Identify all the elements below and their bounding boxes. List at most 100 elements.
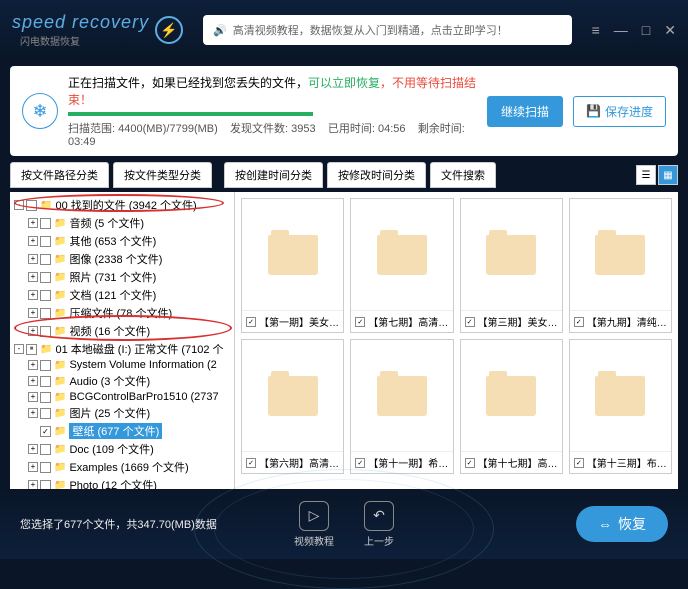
expander-icon[interactable]: + (28, 444, 38, 454)
tab-by-path[interactable]: 按文件路径分类 (10, 162, 109, 188)
thumbnail-item[interactable]: 【第九期】清纯… (569, 198, 672, 333)
tree-item[interactable]: -📁01 本地磁盘 (I:) 正常文件 (7102 个 (12, 340, 232, 358)
tab-search[interactable]: 文件搜索 (430, 162, 496, 188)
expander-icon[interactable]: + (28, 326, 38, 336)
expander-icon[interactable]: - (14, 344, 24, 354)
tree-item[interactable]: +📁文档 (121 个文件) (12, 286, 232, 304)
minimize-button[interactable]: — (614, 22, 628, 39)
tab-by-type[interactable]: 按文件类型分类 (113, 162, 212, 188)
expander-icon[interactable]: - (14, 200, 24, 210)
close-button[interactable]: ✕ (664, 22, 676, 39)
thumbnail-checkbox[interactable] (246, 317, 256, 327)
thumbnail-item[interactable]: 【第十三期】布… (569, 339, 672, 474)
tree-label[interactable]: 视频 (16 个文件) (69, 323, 150, 339)
tree-checkbox[interactable] (40, 360, 51, 371)
tree-item[interactable]: +📁Photo (12 个文件) (12, 476, 232, 489)
tutorial-banner[interactable]: 🔊 高清视频教程，数据恢复从入门到精通，点击立即学习！ (203, 15, 572, 45)
thumbnail-item[interactable]: 【第六期】高清… (241, 339, 344, 474)
tree-item[interactable]: +📁System Volume Information (2 (12, 358, 232, 372)
tree-item[interactable]: +📁视频 (16 个文件) (12, 322, 232, 340)
thumbnail-checkbox[interactable] (465, 458, 475, 468)
expander-icon[interactable]: + (28, 360, 38, 370)
tree-item[interactable]: +📁图片 (25 个文件) (12, 404, 232, 422)
tree-label[interactable]: Doc (109 个文件) (69, 441, 153, 457)
thumbnail-checkbox[interactable] (574, 317, 584, 327)
thumbnail-item[interactable]: 【第七期】高清… (350, 198, 453, 333)
thumbnail-checkbox[interactable] (574, 458, 584, 468)
tree-label[interactable]: 其他 (653 个文件) (69, 233, 156, 249)
thumbnail-item[interactable]: 【第十一期】希… (350, 339, 453, 474)
previous-step-button[interactable]: ↶ 上一步 (364, 501, 394, 548)
continue-scan-button[interactable]: 继续扫描 (487, 96, 563, 127)
thumbnail-item[interactable]: 【第一期】美女… (241, 198, 344, 333)
thumbnail-item[interactable]: 【第三期】美女… (460, 198, 563, 333)
tree-checkbox[interactable] (40, 236, 51, 247)
file-tree[interactable]: -📁00 找到的文件 (3942 个文件)+📁音频 (5 个文件)+📁其他 (6… (10, 192, 235, 489)
tree-label[interactable]: 照片 (731 个文件) (69, 269, 156, 285)
menu-icon[interactable]: ≡ (592, 22, 600, 39)
thumbnail-checkbox[interactable] (355, 317, 365, 327)
tree-checkbox[interactable] (26, 200, 37, 211)
expander-icon[interactable]: + (28, 392, 38, 402)
tree-label[interactable]: 压缩文件 (78 个文件) (69, 305, 172, 321)
tree-checkbox[interactable] (40, 218, 51, 229)
tab-by-created[interactable]: 按创建时间分类 (224, 162, 323, 188)
tree-label[interactable]: System Volume Information (2 (69, 359, 216, 371)
save-progress-button[interactable]: 💾 保存进度 (573, 96, 666, 127)
expander-icon[interactable]: + (28, 218, 38, 228)
tree-item[interactable]: +📁Examples (1669 个文件) (12, 458, 232, 476)
thumbnail-checkbox[interactable] (355, 458, 365, 468)
expander-icon[interactable]: + (28, 376, 38, 386)
tree-label[interactable]: 图像 (2338 个文件) (69, 251, 162, 267)
tree-item[interactable]: +📁BCGControlBarPro1510 (2737 (12, 390, 232, 404)
expander-icon[interactable]: + (28, 236, 38, 246)
tree-checkbox[interactable] (40, 326, 51, 337)
tree-item[interactable]: 📁壁纸 (677 个文件) (12, 422, 232, 440)
tree-item[interactable]: +📁压缩文件 (78 个文件) (12, 304, 232, 322)
tree-checkbox[interactable] (40, 426, 51, 437)
tree-label[interactable]: 图片 (25 个文件) (69, 405, 150, 421)
tree-item[interactable]: +📁Doc (109 个文件) (12, 440, 232, 458)
expander-icon[interactable]: + (28, 272, 38, 282)
tree-label[interactable]: Audio (3 个文件) (69, 373, 150, 389)
tree-checkbox[interactable] (40, 290, 51, 301)
grid-view-button[interactable]: ▦ (658, 165, 678, 185)
tree-checkbox[interactable] (26, 344, 37, 355)
expander-icon[interactable]: + (28, 290, 38, 300)
thumbnail-item[interactable]: 【第十七期】高… (460, 339, 563, 474)
tree-item[interactable]: +📁Audio (3 个文件) (12, 372, 232, 390)
tree-label[interactable]: 01 本地磁盘 (I:) 正常文件 (7102 个 (55, 341, 223, 357)
tree-label[interactable]: 壁纸 (677 个文件) (69, 423, 162, 439)
tree-checkbox[interactable] (40, 444, 51, 455)
tree-label[interactable]: BCGControlBarPro1510 (2737 (69, 391, 218, 403)
expander-icon[interactable]: + (28, 308, 38, 318)
tab-by-modified[interactable]: 按修改时间分类 (327, 162, 426, 188)
expander-icon[interactable]: + (28, 480, 38, 489)
tree-item[interactable]: +📁图像 (2338 个文件) (12, 250, 232, 268)
tree-label[interactable]: Examples (1669 个文件) (69, 459, 188, 475)
tree-checkbox[interactable] (40, 392, 51, 403)
tree-item[interactable]: +📁音频 (5 个文件) (12, 214, 232, 232)
video-tutorial-button[interactable]: ▷ 视频教程 (294, 501, 334, 548)
tree-label[interactable]: 文档 (121 个文件) (69, 287, 156, 303)
tree-item[interactable]: -📁00 找到的文件 (3942 个文件) (12, 196, 232, 214)
recover-button[interactable]: ⇔ 恢复 (576, 506, 668, 542)
thumbnail-checkbox[interactable] (246, 458, 256, 468)
expander-icon[interactable]: + (28, 254, 38, 264)
expander-icon[interactable]: + (28, 462, 38, 472)
tree-item[interactable]: +📁其他 (653 个文件) (12, 232, 232, 250)
tree-label[interactable]: 音频 (5 个文件) (69, 215, 144, 231)
thumbnail-checkbox[interactable] (465, 317, 475, 327)
tree-label[interactable]: 00 找到的文件 (3942 个文件) (55, 197, 196, 213)
tree-checkbox[interactable] (40, 376, 51, 387)
list-view-button[interactable]: ☰ (636, 165, 656, 185)
tree-item[interactable]: +📁照片 (731 个文件) (12, 268, 232, 286)
tree-checkbox[interactable] (40, 272, 51, 283)
tree-label[interactable]: Photo (12 个文件) (69, 477, 156, 489)
tree-checkbox[interactable] (40, 308, 51, 319)
expander-icon[interactable]: + (28, 408, 38, 418)
maximize-button[interactable]: □ (642, 22, 650, 39)
tree-checkbox[interactable] (40, 462, 51, 473)
tree-checkbox[interactable] (40, 408, 51, 419)
tree-checkbox[interactable] (40, 254, 51, 265)
